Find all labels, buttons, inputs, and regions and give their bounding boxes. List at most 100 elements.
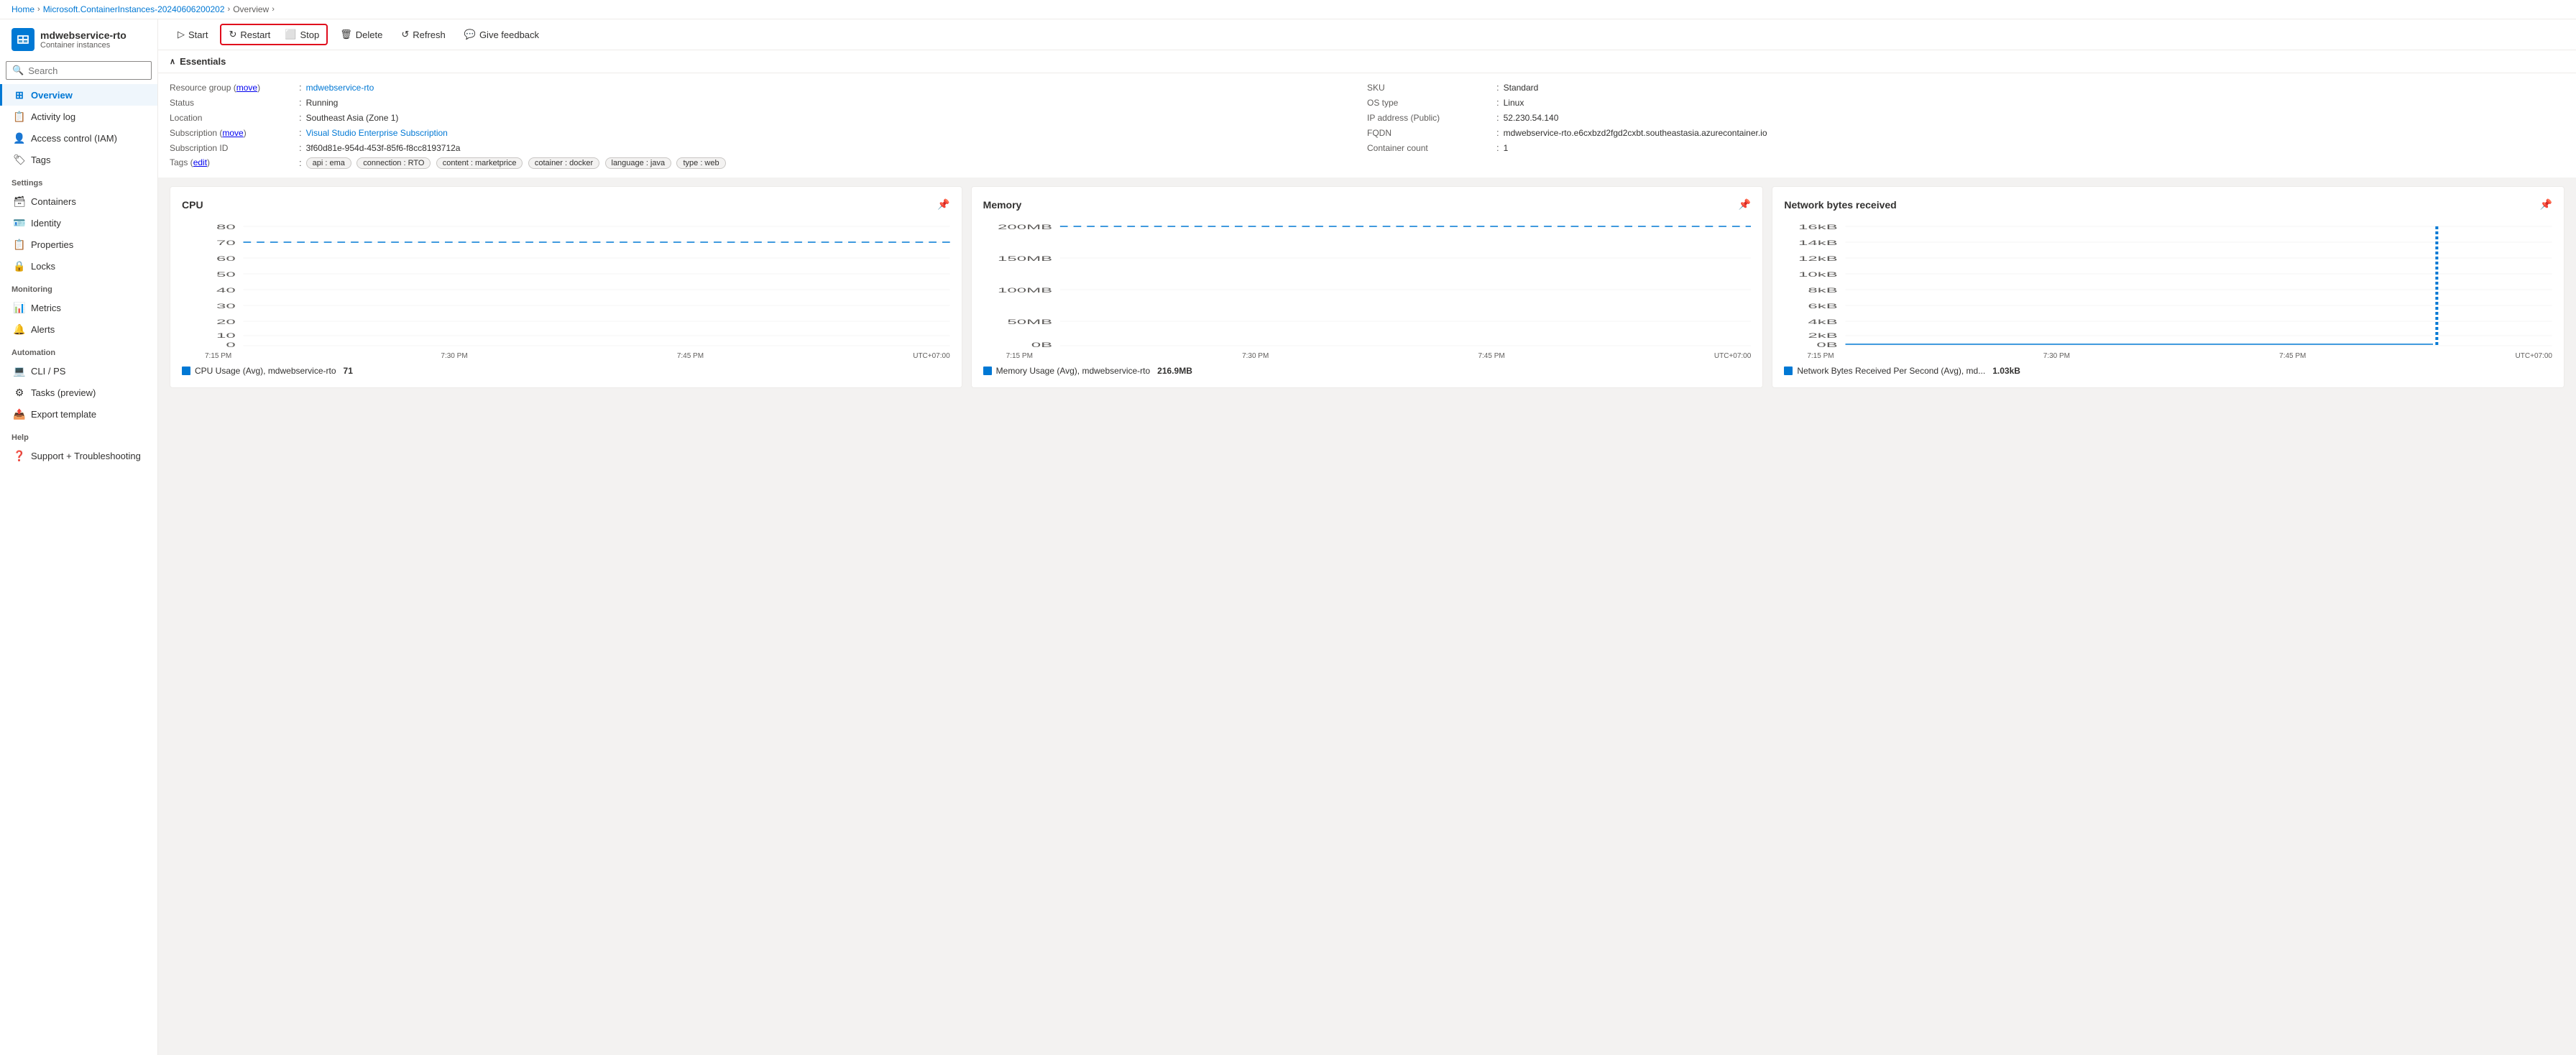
breadcrumb-current: Overview (233, 4, 269, 14)
essentials-subscription-id-row: Subscription ID : 3f60d81e-954d-453f-85f… (170, 142, 1367, 153)
sidebar-item-identity[interactable]: 🪪 Identity (0, 212, 157, 234)
essentials-os-label: OS type (1367, 98, 1496, 108)
restart-button[interactable]: ↻ Restart (221, 25, 277, 44)
resource-type: Container instances (40, 41, 126, 50)
svg-text:200MB: 200MB (998, 224, 1052, 231)
network-pin-button[interactable]: 📌 (2540, 198, 2552, 211)
alerts-icon: 🔔 (14, 323, 25, 335)
sidebar-item-cli-ps[interactable]: 💻 CLI / PS (0, 360, 157, 382)
svg-text:12kB: 12kB (1798, 255, 1838, 262)
essentials-subscription-label: Subscription (move) (170, 128, 299, 138)
search-icon: 🔍 (12, 65, 24, 76)
search-input[interactable] (28, 65, 145, 76)
sidebar-nav: ⊞ Overview 📋 Activity log 👤 Access contr… (0, 84, 157, 1055)
memory-chart-header: Memory 📌 (983, 198, 1752, 211)
sidebar-item-properties[interactable]: 📋 Properties (0, 234, 157, 255)
network-legend-color (1784, 367, 1793, 375)
restart-icon: ↻ (229, 29, 236, 40)
memory-chart-svg: 200MB 150MB 100MB 50MB 0B (983, 219, 1752, 349)
main-content: ▷ Start ↻ Restart ⬜ Stop 🗑 Delete ↺ Refr… (158, 19, 2576, 1055)
tag-type-web: type : web (676, 157, 725, 169)
resource-group-move-link[interactable]: move (236, 83, 257, 93)
give-feedback-icon: 💬 (464, 29, 476, 40)
svg-text:0B: 0B (1817, 341, 1838, 349)
essentials-title: Essentials (180, 56, 226, 67)
start-button[interactable]: ▷ Start (170, 24, 216, 45)
essentials-subscription-row: Subscription (move) : Visual Studio Ente… (170, 127, 1367, 138)
breadcrumb-sep-3: › (272, 5, 275, 14)
subscription-value-link[interactable]: Visual Studio Enterprise Subscription (306, 128, 448, 138)
search-box[interactable]: 🔍 (6, 61, 152, 80)
essentials-header[interactable]: ∧ Essentials (158, 50, 2576, 73)
subscription-move-link[interactable]: move (222, 128, 243, 138)
sidebar-item-export-template[interactable]: 📤 Export template (0, 403, 157, 425)
essentials-resource-group-row: Resource group (move) : mdwebservice-rto (170, 82, 1367, 93)
sidebar-item-support[interactable]: ❓ Support + Troubleshooting (0, 445, 157, 466)
cli-ps-icon: 💻 (14, 365, 25, 377)
network-legend-value: 1.03kB (1992, 366, 2020, 376)
cpu-pin-button[interactable]: 📌 (937, 198, 949, 211)
containers-icon: 🗃 (14, 195, 25, 207)
essentials-section: ∧ Essentials Resource group (move) : mdw… (158, 50, 2576, 178)
sidebar-item-tasks[interactable]: ⚙ Tasks (preview) (0, 382, 157, 403)
properties-icon: 📋 (14, 239, 25, 250)
refresh-label: Refresh (413, 29, 446, 40)
breadcrumb-home[interactable]: Home (12, 4, 34, 14)
stop-button[interactable]: ⬜ Stop (277, 25, 326, 44)
sidebar-item-containers-label: Containers (31, 196, 76, 207)
essentials-status-value: Running (306, 98, 339, 108)
essentials-resource-group-label: Resource group (move) (170, 83, 299, 93)
sidebar-logo: mdwebservice-rto Container instances (12, 28, 146, 51)
svg-text:10: 10 (216, 332, 236, 339)
activity-log-icon: 📋 (14, 111, 25, 122)
charts-section: CPU 📌 80 70 60 50 40 30 20 10 0 (158, 178, 2576, 397)
cpu-legend-color (182, 367, 190, 375)
essentials-ip-value: 52.230.54.140 (1504, 113, 1559, 123)
memory-pin-button[interactable]: 📌 (1739, 198, 1751, 211)
cpu-chart-header: CPU 📌 (182, 198, 950, 211)
resource-group-value-link[interactable]: mdwebservice-rto (306, 83, 374, 93)
refresh-button[interactable]: ↺ Refresh (393, 24, 453, 45)
search-container: 🔍 (0, 57, 157, 84)
give-feedback-button[interactable]: 💬 Give feedback (456, 24, 547, 45)
sidebar-item-access-control[interactable]: 👤 Access control (IAM) (0, 127, 157, 149)
sidebar-item-metrics[interactable]: 📊 Metrics (0, 297, 157, 318)
tag-content-marketprice: content : marketprice (436, 157, 523, 169)
memory-chart-title: Memory (983, 199, 1022, 211)
delete-button[interactable]: 🗑 Delete (332, 24, 390, 45)
sidebar-item-containers[interactable]: 🗃 Containers (0, 190, 157, 212)
monitoring-section-label: Monitoring (0, 277, 157, 297)
tasks-icon: ⚙ (14, 387, 25, 398)
breadcrumb-container[interactable]: Microsoft.ContainerInstances-20240606200… (43, 4, 225, 14)
sidebar-item-activity-log[interactable]: 📋 Activity log (0, 106, 157, 127)
sidebar-item-locks[interactable]: 🔒 Locks (0, 255, 157, 277)
network-legend-label: Network Bytes Received Per Second (Avg),… (1797, 366, 1985, 376)
essentials-location-value: Southeast Asia (Zone 1) (306, 113, 399, 123)
identity-icon: 🪪 (14, 217, 25, 229)
cpu-chart-svg: 80 70 60 50 40 30 20 10 0 (182, 219, 950, 349)
network-chart-svg: 16kB 14kB 12kB 10kB 8kB 6kB 4kB 2kB 0B (1784, 219, 2552, 349)
sidebar-item-overview-label: Overview (31, 90, 73, 101)
sidebar-item-overview[interactable]: ⊞ Overview (0, 84, 157, 106)
tag-connection-rto: connection : RTO (356, 157, 431, 169)
cpu-legend-value: 71 (344, 366, 353, 376)
sidebar-item-cli-ps-label: CLI / PS (31, 366, 65, 377)
essentials-collapse-icon: ∧ (170, 57, 175, 66)
essentials-grid: Resource group (move) : mdwebservice-rto… (158, 73, 2576, 178)
cpu-chart-legend: CPU Usage (Avg), mdwebservice-rto 71 (182, 366, 950, 376)
svg-text:0: 0 (226, 341, 235, 349)
breadcrumb-sep-1: › (37, 5, 40, 14)
resource-name: mdwebservice-rto (40, 29, 126, 42)
tags-edit-link[interactable]: edit (193, 157, 207, 167)
sidebar-item-alerts[interactable]: 🔔 Alerts (0, 318, 157, 340)
essentials-status-label: Status (170, 98, 299, 108)
svg-text:20: 20 (216, 318, 236, 326)
svg-text:2kB: 2kB (1808, 332, 1838, 339)
sidebar-item-access-control-label: Access control (IAM) (31, 133, 117, 144)
sidebar-item-locks-label: Locks (31, 261, 55, 272)
essentials-os-value: Linux (1504, 98, 1524, 108)
network-chart-legend: Network Bytes Received Per Second (Avg),… (1784, 366, 2552, 376)
essentials-location-label: Location (170, 113, 299, 123)
sidebar-item-tags[interactable]: 🏷 Tags (0, 149, 157, 170)
sidebar: mdwebservice-rto Container instances 🔍 ⊞… (0, 19, 158, 1055)
